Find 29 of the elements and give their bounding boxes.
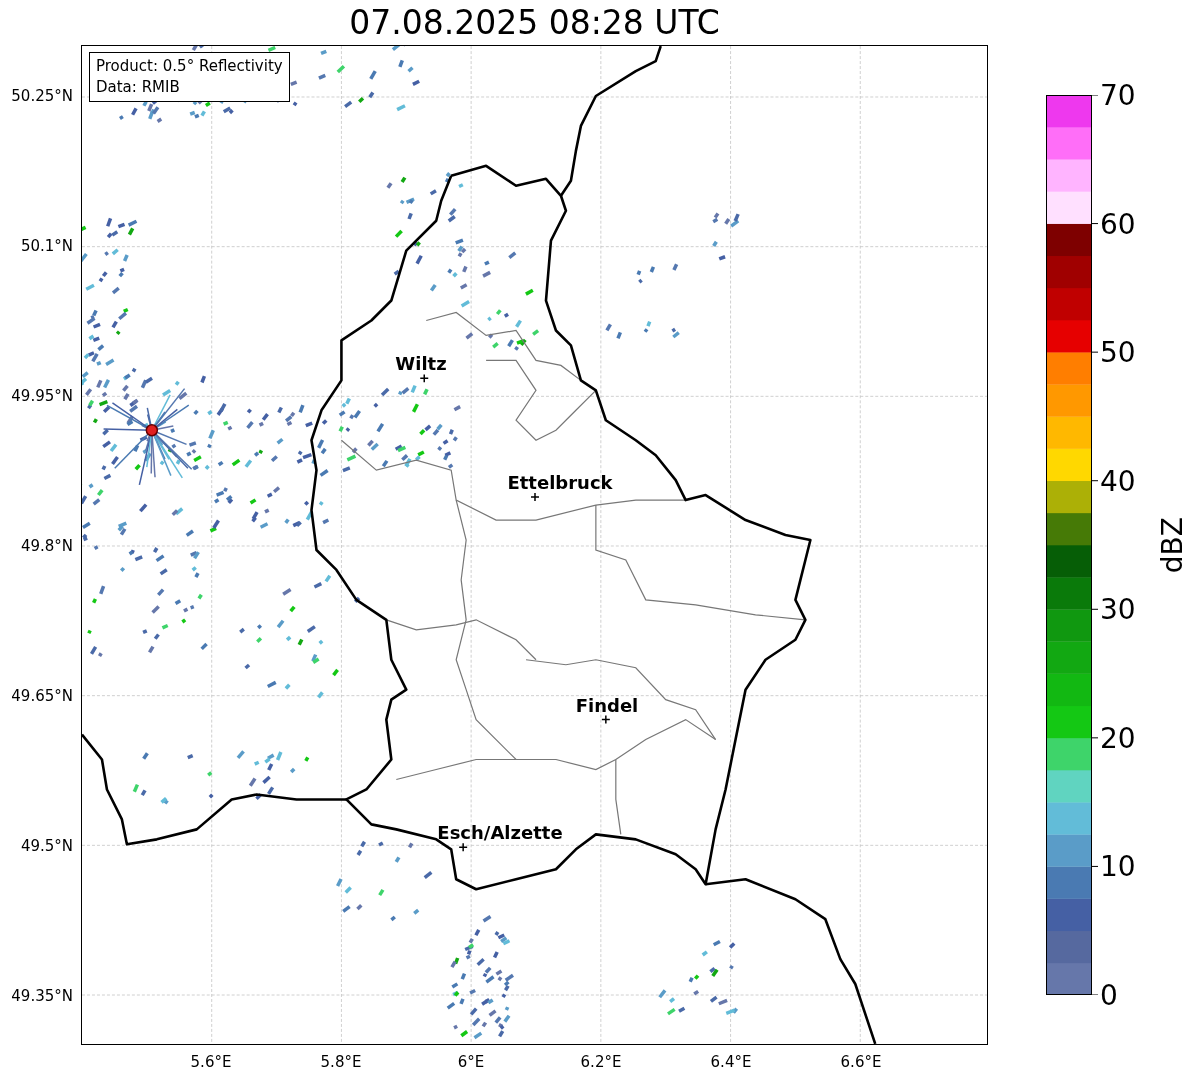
city-label: Ettelbruck <box>507 471 613 493</box>
chart-title: 07.08.2025 08:28 UTC <box>348 2 721 44</box>
axis-label: 49.5°N <box>20 837 73 855</box>
scale-label: 40 <box>1100 464 1136 498</box>
scale-label: 60 <box>1100 207 1136 241</box>
scale-label: 0 <box>1100 978 1118 1012</box>
city-label: Esch/Alzette <box>437 821 563 843</box>
scale-label: 50 <box>1100 335 1136 369</box>
axis-label: 49.8°N <box>20 537 73 555</box>
axis-label: 49.65°N <box>11 687 73 705</box>
axis-label: 6.2°E <box>580 1053 622 1071</box>
axis-label: 5.8°E <box>320 1053 362 1071</box>
axis-label: 6.6°E <box>840 1053 882 1071</box>
scale-label: 70 <box>1100 78 1136 112</box>
info-text: Product: 0.5° Reflectivity <box>96 56 283 77</box>
axis-label: 50.1°N <box>20 237 73 255</box>
scale-title: dBZ <box>1156 516 1184 574</box>
info-text: Data: RMIB <box>96 77 181 98</box>
scale-label: 30 <box>1100 592 1136 626</box>
axis-label: 49.95°N <box>11 387 73 405</box>
city-label: Findel <box>575 694 639 716</box>
axis-label: 49.35°N <box>11 987 73 1005</box>
axis-label: 5.6°E <box>190 1053 232 1071</box>
axis-label: 6.4°E <box>710 1053 752 1071</box>
axis-label: 50.25°N <box>11 87 73 105</box>
scale-label: 10 <box>1100 849 1136 883</box>
axis-label: 6°E <box>457 1053 485 1071</box>
city-label: Wiltz <box>395 352 447 374</box>
scale-label: 20 <box>1100 721 1136 755</box>
